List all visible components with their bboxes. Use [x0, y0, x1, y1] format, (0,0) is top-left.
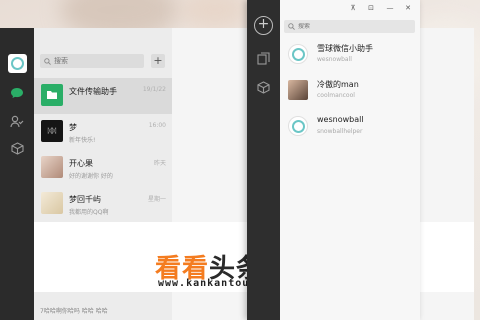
contact-item[interactable]: 雪球微信小助手 wesnowball: [280, 38, 420, 74]
search-icon: [44, 57, 51, 65]
chat-time: 星期一: [147, 196, 166, 203]
chat-last-message: 我都用的QQ啊: [69, 209, 109, 216]
contacts-panel: ⊼ ⊡ — ✕ 雪球微信小助手 wesnowball 冷傲的man coolma…: [280, 0, 420, 320]
chat-name: 梦: [69, 123, 77, 132]
chat-search-box[interactable]: [40, 54, 144, 68]
chat-item-file-transfer[interactable]: 文件传输助手 19/1/22: [34, 78, 172, 114]
contact-search-box[interactable]: [284, 20, 415, 33]
chat-last-message: 好的谢谢你 好的: [69, 173, 113, 180]
contact-name: 冷傲的man: [317, 80, 359, 89]
partial-chat-message: 7哈哈啊你哈吗 哈哈 哈哈: [40, 308, 108, 315]
contacts-window: + ⊼ ⊡ — ✕ 雪球微信小助手 wesnowball 冷傲的man cool…: [247, 0, 420, 320]
contact-avatar: [288, 44, 308, 64]
contact-avatar: [288, 116, 308, 136]
cube-icon[interactable]: [257, 79, 270, 94]
contact-name: 雪球微信小助手: [317, 44, 373, 53]
chat-name: 梦回千屿: [69, 195, 101, 204]
contact-name: wesnowball: [317, 115, 364, 124]
contact-search-input[interactable]: [298, 23, 398, 30]
favorites-cube-icon[interactable]: [10, 141, 24, 155]
chat-search-input[interactable]: [54, 57, 134, 65]
minimize-button[interactable]: —: [384, 4, 396, 12]
chat-icon[interactable]: [10, 86, 24, 100]
chat-item-kaixinguo[interactable]: 开心果 好的谢谢你 好的 昨天: [34, 150, 172, 186]
contact-item[interactable]: 冷傲的man coolmancool: [280, 74, 420, 110]
chat-name: 文件传输助手: [69, 87, 117, 96]
contact-avatar: ᛞᛞ: [41, 120, 63, 142]
contact-id: coolmancool: [317, 92, 355, 99]
folder-icon: [41, 84, 63, 106]
chat-name: 开心果: [69, 159, 93, 168]
user-avatar[interactable]: [8, 54, 27, 73]
contact-id: wesnowball: [317, 56, 352, 63]
add-chat-button[interactable]: +: [151, 54, 165, 68]
contact-avatar: [41, 156, 63, 178]
pin-button[interactable]: ⊼: [347, 4, 359, 12]
close-button[interactable]: ✕: [402, 4, 414, 12]
contacts-icon[interactable]: [10, 114, 24, 128]
chat-time: 19/1/22: [142, 86, 166, 93]
search-icon: [288, 23, 295, 30]
contacts-nav-sidebar: +: [247, 0, 280, 320]
copy-icon[interactable]: [257, 50, 270, 65]
chat-time: 昨天: [153, 160, 166, 167]
contact-avatar: [41, 192, 63, 214]
contact-avatar: [288, 80, 308, 100]
chat-time: 16:00: [148, 122, 166, 129]
chat-item-meng[interactable]: ᛞᛞ 梦 新年快乐! 16:00: [34, 114, 172, 150]
contact-id: snowballhelper: [317, 128, 363, 135]
chat-last-message: 新年快乐!: [69, 137, 96, 144]
add-circle-icon[interactable]: +: [254, 16, 273, 35]
restore-button[interactable]: ⊡: [365, 4, 377, 12]
contact-item[interactable]: wesnowball snowballhelper: [280, 110, 420, 146]
main-nav-sidebar: [0, 28, 34, 320]
chat-item-menghui[interactable]: 梦回千屿 我都用的QQ啊 星期一: [34, 186, 172, 222]
